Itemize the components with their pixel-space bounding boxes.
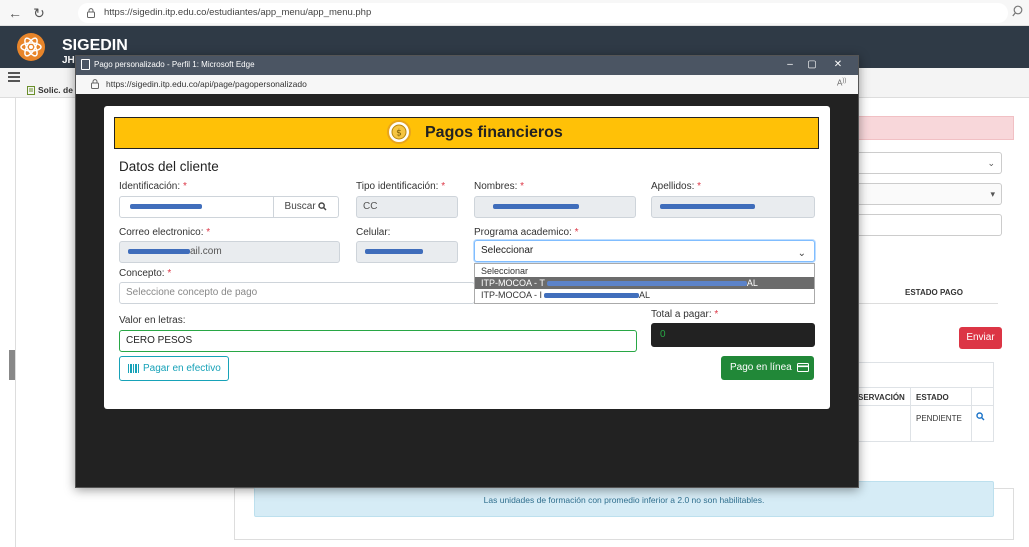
- lock-icon: [91, 79, 99, 89]
- app-user-name: JH: [62, 55, 75, 66]
- background-alert: [858, 116, 1014, 140]
- buscar-button[interactable]: Buscar: [273, 196, 339, 218]
- celular-label: Celular:: [356, 227, 391, 238]
- programa-select[interactable]: Seleccionar ⌄: [474, 240, 815, 262]
- identificacion-input[interactable]: [119, 196, 274, 218]
- modal-title: Pagos financieros: [425, 124, 563, 141]
- background-input[interactable]: [858, 214, 1002, 236]
- table-header-estado: ESTADO: [916, 393, 949, 402]
- refresh-icon[interactable]: ↻: [30, 4, 48, 22]
- enviar-button[interactable]: Enviar: [959, 327, 1002, 349]
- lock-icon: [87, 8, 95, 18]
- tipo-identificacion-input: CC: [356, 196, 458, 218]
- credit-card-icon: [796, 362, 809, 372]
- total-input: 0: [651, 323, 815, 347]
- programa-dropdown-list: Seleccionar ITP-MOCOA - T AL ITP-MOCOA - …: [474, 263, 815, 304]
- hamburger-menu-icon[interactable]: [8, 72, 20, 82]
- dropdown-option[interactable]: ITP-MOCOA - T AL: [475, 277, 814, 289]
- identificacion-label: Identificación: *: [119, 181, 187, 192]
- background-select-2[interactable]: ▾: [858, 183, 1002, 205]
- close-button[interactable]: ✕: [828, 57, 848, 73]
- search-icon: [318, 202, 327, 211]
- restore-button[interactable]: ▢: [802, 57, 822, 73]
- chevron-down-icon: ⌄: [797, 248, 806, 259]
- celular-input: [356, 241, 458, 263]
- address-bar-url: https://sigedin.itp.edu.co/estudiantes/a…: [104, 7, 372, 18]
- tipo-identificacion-label: Tipo identificación: *: [356, 181, 446, 192]
- section-title: Datos del cliente: [119, 159, 219, 174]
- sidebar-scroll-handle[interactable]: [9, 350, 15, 380]
- correo-input: ail.com: [119, 241, 340, 263]
- chevron-down-icon: ▾: [990, 189, 995, 199]
- popup-url: https://sigedin.itp.edu.co/api/page/pago…: [106, 79, 307, 89]
- minimize-button[interactable]: –: [780, 57, 800, 73]
- nombres-label: Nombres: *: [474, 181, 525, 192]
- programa-label: Programa academico: *: [474, 227, 579, 238]
- document-icon: [27, 86, 35, 95]
- money-icon: $: [387, 120, 411, 144]
- status-badge: PENDIENTE: [916, 414, 962, 423]
- pagar-efectivo-button[interactable]: Pagar en efectivo: [119, 356, 229, 381]
- background-select-1[interactable]: ⌄: [858, 152, 1002, 174]
- search-icon[interactable]: [1012, 5, 1023, 17]
- dropdown-option[interactable]: ITP-MOCOA - I AL: [475, 289, 814, 301]
- read-aloud-icon[interactable]: A)): [837, 78, 846, 88]
- apellidos-label: Apellidos: *: [651, 181, 702, 192]
- magnifier-icon[interactable]: [976, 412, 985, 421]
- svg-text:$: $: [396, 129, 402, 139]
- nombres-input: [474, 196, 636, 218]
- sidebar-strip: [0, 98, 16, 547]
- valor-letras-label: Valor en letras:: [119, 315, 186, 326]
- divider: [858, 303, 998, 304]
- estado-pago-header: ESTADO PAGO: [905, 288, 963, 297]
- concepto-select[interactable]: Seleccione concepto de pago: [119, 282, 475, 304]
- valor-letras-input: CERO PESOS: [119, 330, 637, 352]
- address-bar[interactable]: https://sigedin.itp.edu.co/estudiantes/a…: [78, 3, 1008, 23]
- chevron-down-icon: ⌄: [987, 158, 995, 168]
- table-header-observacion: SERVACIÓN: [858, 393, 905, 402]
- concepto-label: Concepto: *: [119, 268, 172, 279]
- background-table: SERVACIÓN ESTADO PENDIENTE: [858, 362, 994, 442]
- page-icon: [81, 59, 90, 70]
- dropdown-option[interactable]: Seleccionar: [475, 265, 814, 277]
- back-icon[interactable]: ←: [6, 4, 24, 22]
- correo-label: Correo electronico: *: [119, 227, 211, 238]
- sigedin-logo-icon: [17, 33, 45, 61]
- popup-title: Pago personalizado - Perfil 1: Microsoft…: [94, 60, 255, 69]
- app-name: SIGEDIN: [62, 37, 128, 54]
- pago-en-linea-button[interactable]: Pago en línea: [721, 356, 814, 380]
- apellidos-input: [651, 196, 815, 218]
- total-label: Total a pagar: *: [651, 309, 719, 320]
- breadcrumb[interactable]: Solic. de: [38, 85, 78, 95]
- barcode-icon: [128, 363, 140, 373]
